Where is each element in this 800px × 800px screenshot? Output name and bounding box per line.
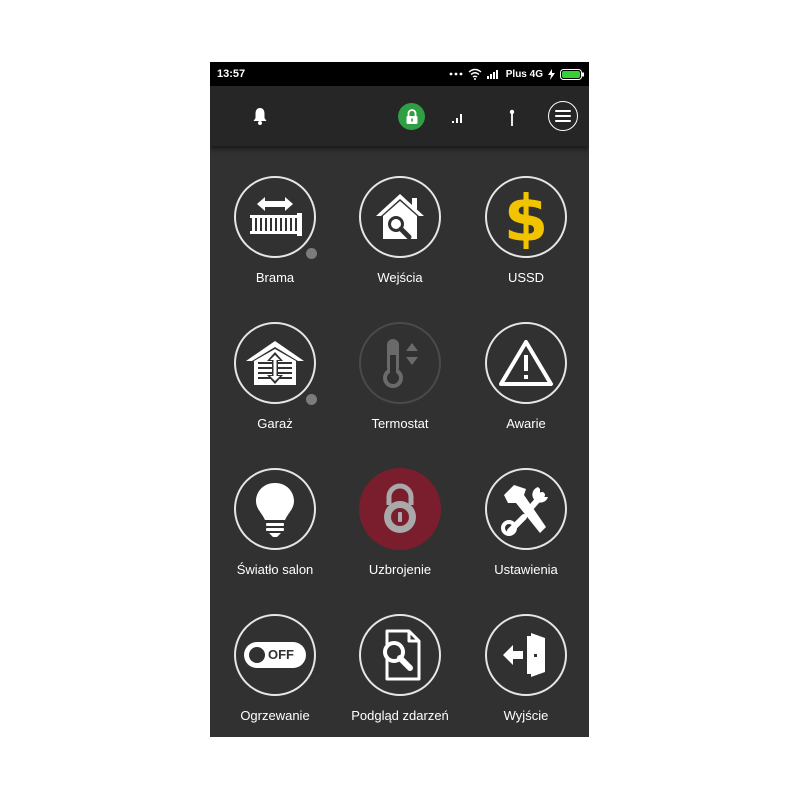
dollar-icon[interactable]: $: [485, 176, 567, 258]
tile-label: USSD: [507, 270, 545, 285]
tile-label: Brama: [255, 270, 295, 285]
tile-uzbrojenie[interactable]: Uzbrojenie: [337, 438, 463, 584]
charging-icon: [548, 68, 555, 80]
svg-text:$: $: [504, 185, 549, 249]
carrier-label: Plus 4G: [505, 68, 543, 80]
thermometer-icon: [359, 322, 441, 404]
tile-label: Awarie: [506, 416, 546, 431]
lock-icon[interactable]: [398, 103, 425, 130]
signal-bars-icon[interactable]: [450, 108, 466, 128]
tile-label: Ustawienia: [494, 562, 558, 577]
hamburger-menu-icon[interactable]: [548, 101, 578, 131]
cell-signal-icon: [486, 70, 498, 79]
status-dot: [306, 248, 317, 259]
tile-label: Ogrzewanie: [240, 708, 310, 723]
status-bar: 13:57 Plus 4G: [210, 62, 589, 86]
tile-ussd[interactable]: $ USSD: [463, 146, 589, 292]
tile-podglad-zdarzen[interactable]: Podgląd zdarzeń: [337, 584, 463, 730]
tile-grid: Brama Wejścia $ USSD Garaż Termostat Awa…: [210, 146, 589, 737]
tile-awarie[interactable]: Awarie: [463, 292, 589, 438]
tile-wejscia[interactable]: Wejścia: [337, 146, 463, 292]
wifi-icon: [468, 68, 482, 80]
tile-termostat: Termostat: [337, 292, 463, 438]
tile-label: Termostat: [371, 416, 429, 431]
padlock-icon[interactable]: [359, 468, 441, 550]
bell-icon[interactable]: [250, 106, 270, 126]
tile-swiatlo-salon[interactable]: Światło salon: [212, 438, 338, 584]
warning-icon[interactable]: [485, 322, 567, 404]
status-indicators: Plus 4G: [449, 65, 584, 83]
document-search-icon[interactable]: [359, 614, 441, 696]
battery-icon: [560, 68, 584, 80]
tile-brama[interactable]: Brama: [212, 146, 338, 292]
house-search-icon[interactable]: [359, 176, 441, 258]
tile-label: Uzbrojenie: [368, 562, 432, 577]
tile-label: Wejścia: [377, 270, 423, 285]
status-time: 13:57: [217, 68, 246, 80]
more-dots-icon: [449, 72, 463, 76]
status-dot: [306, 394, 317, 405]
tile-ogrzewanie[interactable]: OFF Ogrzewanie: [212, 584, 338, 730]
tile-garaz[interactable]: Garaż: [212, 292, 338, 438]
tile-ustawienia[interactable]: Ustawienia: [463, 438, 589, 584]
tools-icon[interactable]: [485, 468, 567, 550]
toggle-state-label: OFF: [268, 647, 294, 662]
phone-screen: 13:57 Plus 4G Brama Wejścia $ USSD Garaż…: [210, 62, 589, 737]
lightbulb-icon[interactable]: [234, 468, 316, 550]
tile-wyjscie[interactable]: Wyjście: [463, 584, 589, 730]
antenna-icon[interactable]: [505, 108, 519, 128]
tile-label: Światło salon: [236, 562, 314, 577]
garage-icon[interactable]: [234, 322, 316, 404]
toggle-knob: [249, 647, 265, 663]
tile-label: Wyjście: [503, 708, 549, 723]
gate-icon[interactable]: [234, 176, 316, 258]
top-toolbar: [210, 86, 589, 146]
tile-label: Podgląd zdarzeń: [351, 708, 449, 723]
exit-door-icon[interactable]: [485, 614, 567, 696]
toggle-off-icon[interactable]: OFF: [234, 614, 316, 696]
tile-label: Garaż: [257, 416, 293, 431]
toggle-switch[interactable]: OFF: [244, 642, 306, 668]
